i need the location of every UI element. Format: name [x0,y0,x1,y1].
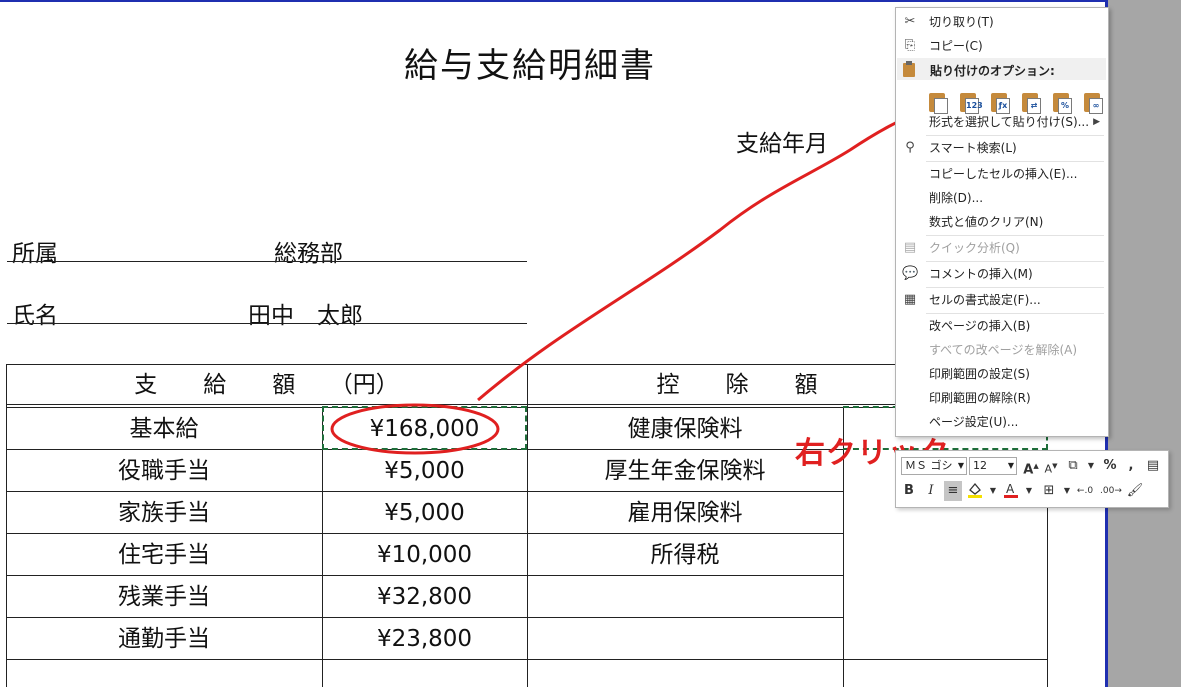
name-label: 氏名 [12,303,58,329]
name-underline [7,323,527,324]
percent-style-button[interactable]: % [1101,456,1119,476]
scissors-icon: ✂ [904,14,916,29]
chevron-down-icon[interactable]: ▼ [1058,481,1076,501]
paste-options-header: 貼り付けのオプション: [897,58,1106,80]
borders-icon[interactable]: ⊞ [1040,481,1058,501]
page-border-top [0,0,1108,2]
menu-item-quick-analysis: ▤ クイック分析(Q) [903,240,1020,255]
deduction-item-label[interactable]: 雇用保険料 [527,492,843,534]
menu-item-paste-special[interactable]: 形式を選択して貼り付け(S)... ▶ [896,110,1106,134]
search-icon: ⚲ [905,140,915,155]
mini-toolbar[interactable]: ＭＳ ゴシ ▼ 12 ▼ A▲ A▼ ⧉ ▼ % , ▤ B I ≡ ▼ A ▼… [895,450,1169,508]
decrease-font-size-icon[interactable]: A▼ [1042,456,1060,476]
pay-item-label[interactable]: 基本給 [6,408,322,450]
menu-item-copy[interactable]: ⎘ コピー(C) [896,34,1106,58]
menu-item-insert-comment[interactable]: 💬 コメントの挿入(M) [896,262,1106,286]
copy-selection-marquee [322,406,527,450]
submenu-arrow-icon: ▶ [1093,117,1100,127]
merge-cells-icon[interactable]: ▤ [1144,456,1162,476]
pay-item-label[interactable]: 残業手当 [6,576,322,618]
department-value: 総務部 [274,241,343,267]
deduction-header: 控 除 額 [656,372,818,398]
chevron-down-icon[interactable]: ▼ [1082,456,1100,476]
center-align-icon[interactable]: ≡ [944,481,962,501]
increase-font-size-icon[interactable]: A▲ [1022,456,1040,477]
name-value: 田中 太郎 [248,303,363,329]
pay-item-label[interactable]: 役職手当 [6,450,322,492]
menu-item-insert-page-break[interactable]: 改ページの挿入(B) [896,314,1106,338]
number-format-icon[interactable]: ⧉ [1064,456,1082,476]
font-color-icon[interactable]: A [1002,481,1020,501]
pay-item-amount[interactable]: ¥5,000 [322,492,527,534]
menu-item-reset-page-breaks: すべての改ページを解除(A) [929,343,1078,357]
menu-item-clear-contents[interactable]: 数式と値のクリア(N) [896,210,1106,234]
menu-item-delete[interactable]: 削除(D)... [896,186,1106,210]
document-title: 給与支給明細書 [404,46,656,86]
svg-text:A: A [1006,482,1015,496]
pay-amount-header: 支 給 額 （円） [134,372,399,398]
copy-icon: ⎘ [904,38,916,53]
menu-item-cut[interactable]: ✂ 切り取り(T) [896,10,1106,34]
clipboard-icon [902,61,916,77]
bold-button[interactable]: B [900,481,918,501]
font-size-combo[interactable]: 12 ▼ [969,457,1017,475]
comma-style-button[interactable]: , [1122,456,1140,476]
pay-item-amount[interactable]: ¥23,800 [322,618,527,660]
chevron-down-icon[interactable]: ▼ [984,481,1002,501]
chevron-down-icon: ▼ [957,461,964,470]
menu-item-page-setup[interactable]: ページ設定(U)... [896,410,1106,434]
format-painter-icon[interactable]: 🖌 [1126,481,1144,501]
menu-item-smart-lookup[interactable]: ⚲ スマート検索(L) [896,136,1106,160]
italic-button[interactable]: I [922,481,940,501]
pay-item-label[interactable]: 通勤手当 [6,618,322,660]
pay-item-amount[interactable]: ¥10,000 [322,534,527,576]
quick-analysis-icon: ▤ [903,240,917,255]
fill-color-icon[interactable] [966,481,984,501]
department-underline [7,261,527,262]
pay-item-amount[interactable]: ¥32,800 [322,576,527,618]
menu-item-clear-print-area[interactable]: 印刷範囲の解除(R) [896,386,1106,410]
pay-month-label: 支給年月 [736,131,828,157]
chevron-down-icon: ▼ [1007,461,1014,470]
menu-item-set-print-area[interactable]: 印刷範囲の設定(S) [896,362,1106,386]
pay-item-label[interactable]: 住宅手当 [6,534,322,576]
increase-decimal-icon[interactable]: ←.0 [1076,481,1094,501]
context-menu[interactable]: ✂ 切り取り(T) ⎘ コピー(C) 貼り付けのオプション: 123 ƒx ⇄ … [895,7,1109,437]
deduction-item-label[interactable]: 所得税 [527,534,843,576]
font-name-combo[interactable]: ＭＳ ゴシ ▼ [901,457,967,475]
chevron-down-icon[interactable]: ▼ [1020,481,1038,501]
pay-item-label[interactable]: 家族手当 [6,492,322,534]
format-cells-icon: ▦ [903,292,917,307]
menu-item-format-cells[interactable]: ▦ セルの書式設定(F)... [896,288,1106,312]
department-label: 所属 [12,241,58,267]
annotation-arrow-line [477,110,921,402]
pay-item-amount[interactable]: ¥5,000 [322,450,527,492]
comment-icon: 💬 [902,266,919,281]
menu-item-insert-copied-cells[interactable]: コピーしたセルの挿入(E)... [896,162,1106,186]
sheet-margin-area [1108,0,1181,687]
decrease-decimal-icon[interactable]: .00→ [1100,481,1122,501]
